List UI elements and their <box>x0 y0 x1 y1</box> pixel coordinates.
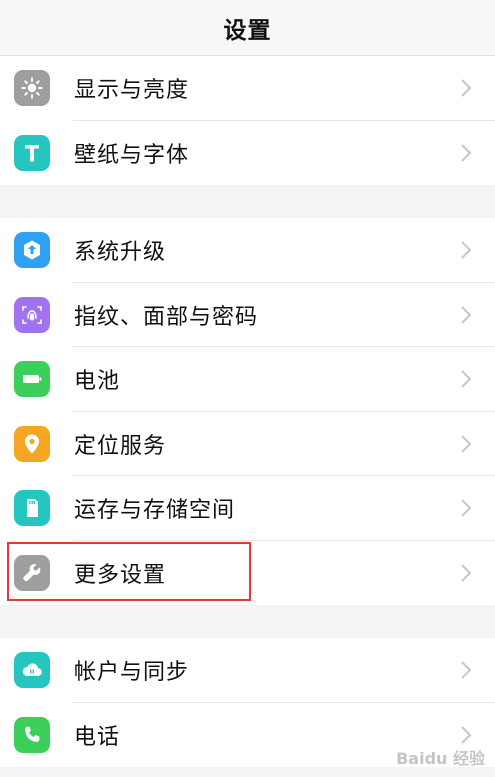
settings-item-battery[interactable]: 电池 <box>0 347 495 412</box>
chevron-right-icon <box>459 497 473 519</box>
settings-item-label: 定位服务 <box>74 433 167 459</box>
settings-item-label: 指纹、面部与密码 <box>74 304 259 330</box>
settings-item-label: 壁纸与字体 <box>74 142 190 168</box>
settings-item-label: 电池 <box>74 369 121 395</box>
cloud-sync-icon <box>14 652 50 689</box>
settings-group-display: 显示与亮度 壁纸与字体 <box>0 56 495 185</box>
font-t-icon <box>14 134 50 171</box>
settings-item-fingerprint-face-password[interactable]: 指纹、面部与密码 <box>0 283 495 347</box>
storage-card-icon <box>14 490 50 527</box>
settings-item-label: 显示与亮度 <box>74 78 190 104</box>
watermark: Baidu 经验 <box>396 749 485 768</box>
settings-item-account-sync[interactable]: 帐户与同步 <box>0 638 495 703</box>
chevron-right-icon <box>459 433 473 455</box>
section-gap <box>0 185 495 218</box>
chevron-right-icon <box>459 77 473 99</box>
chevron-right-icon <box>459 562 473 584</box>
brightness-icon <box>14 70 50 107</box>
phone-icon <box>14 716 50 753</box>
settings-item-label: 运存与存储空间 <box>74 498 236 524</box>
settings-item-label: 帐户与同步 <box>74 660 190 686</box>
chevron-right-icon <box>459 239 473 261</box>
fingerprint-icon <box>14 296 50 333</box>
settings-item-display-brightness[interactable]: 显示与亮度 <box>0 56 495 121</box>
settings-item-label: 系统升级 <box>74 240 167 266</box>
settings-item-wallpaper-font[interactable]: 壁纸与字体 <box>0 121 495 186</box>
battery-icon <box>14 361 50 398</box>
wrench-icon <box>14 554 50 591</box>
system-update-icon <box>14 232 50 269</box>
header-bar: 设置 <box>0 0 495 56</box>
settings-screen: 设置 显示与亮度 壁纸与字体 系统升级 指纹、面部与密码 电池 定位服务 运存与… <box>0 0 495 777</box>
location-pin-icon <box>14 425 50 462</box>
chevron-right-icon <box>459 142 473 164</box>
settings-item-system-update[interactable]: 系统升级 <box>0 218 495 283</box>
chevron-right-icon <box>459 724 473 746</box>
chevron-right-icon <box>459 659 473 681</box>
page-title: 设置 <box>223 17 272 44</box>
settings-item-location-services[interactable]: 定位服务 <box>0 412 495 476</box>
settings-item-memory-storage[interactable]: 运存与存储空间 <box>0 476 495 541</box>
settings-group-system: 系统升级 指纹、面部与密码 电池 定位服务 运存与存储空间 更多设置 <box>0 218 495 605</box>
section-gap <box>0 605 495 638</box>
settings-item-label: 更多设置 <box>74 562 167 588</box>
chevron-right-icon <box>459 368 473 390</box>
chevron-right-icon <box>459 304 473 326</box>
settings-item-more-settings[interactable]: 更多设置 <box>0 541 495 606</box>
